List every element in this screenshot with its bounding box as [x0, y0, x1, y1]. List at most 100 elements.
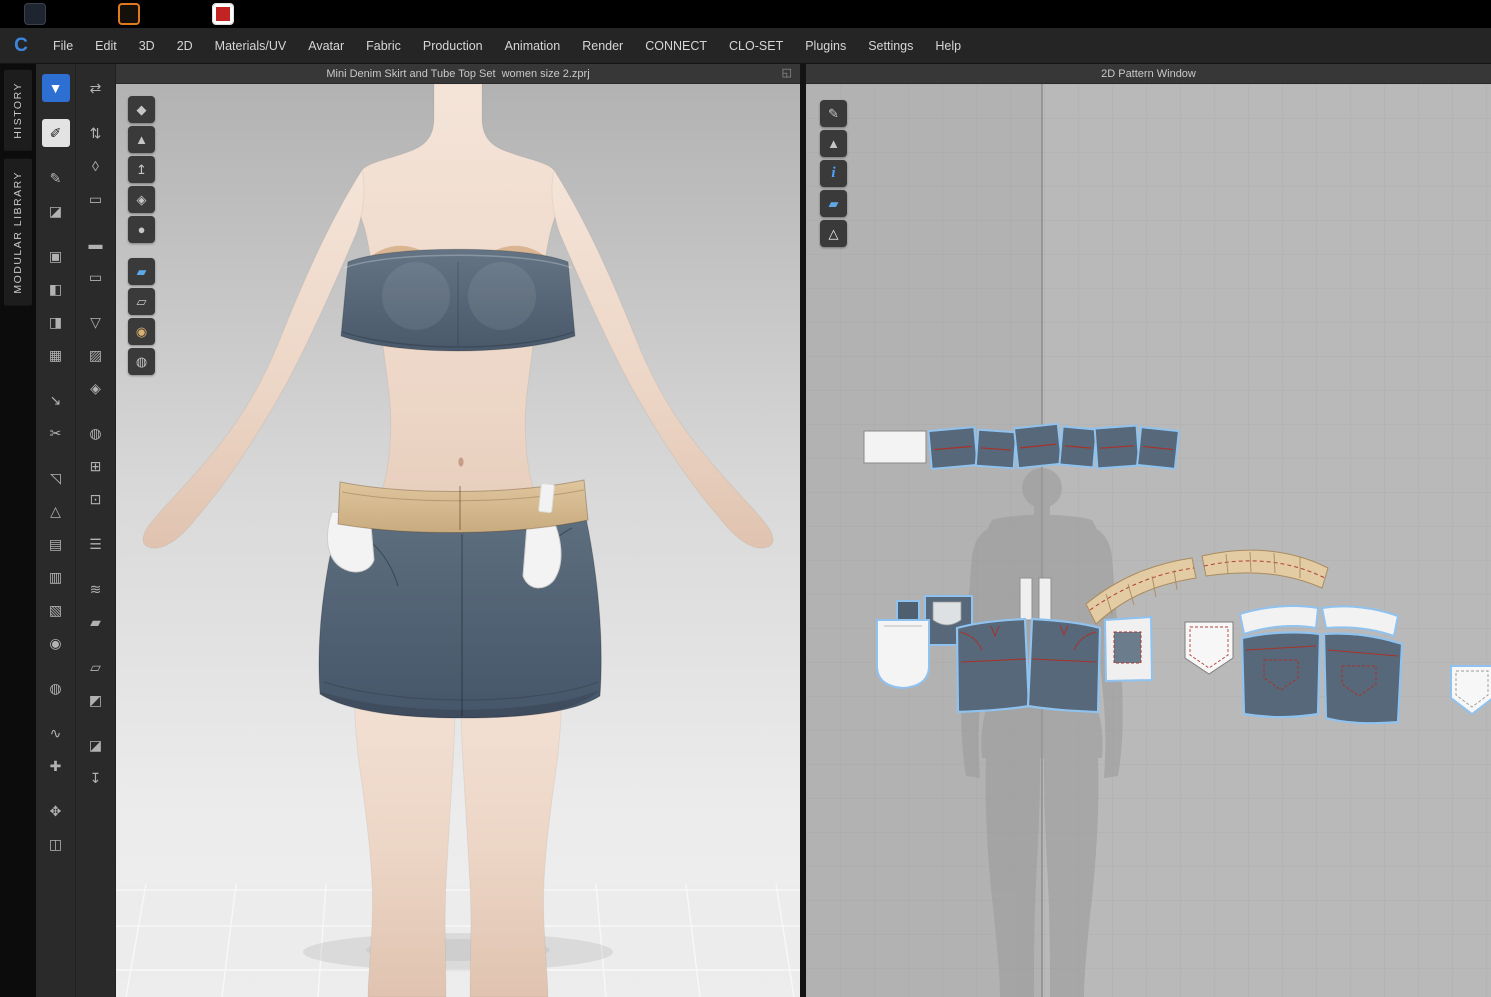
uv-grid-tool[interactable]: ⊞ [82, 452, 110, 480]
pattern-tube-strips[interactable] [927, 422, 1180, 470]
show-seamlines-icon[interactable]: ↥ [128, 156, 155, 183]
show-avatar-icon[interactable]: ● [128, 216, 155, 243]
menu-items: File Edit 3D 2D Materials/UV Avatar Fabric Prod… [42, 28, 972, 63]
tube-top-3d[interactable] [340, 248, 576, 352]
pose-tool[interactable]: ⇅ [82, 119, 110, 147]
flatten-tool[interactable]: ◹ [42, 464, 70, 492]
fabric-dark-tool[interactable]: ◪ [82, 731, 110, 759]
show-pins-icon[interactable]: ◈ [128, 186, 155, 213]
pattern-back-panel-left[interactable] [1240, 631, 1322, 719]
pattern-back-panel-right[interactable] [1322, 632, 1404, 725]
dart-tool[interactable]: ▽ [82, 308, 110, 336]
menu-plugins[interactable]: Plugins [794, 28, 857, 64]
fabric-thickness-icon[interactable]: ▰ [128, 258, 155, 285]
layered-garment-tool[interactable]: ▤ [42, 530, 70, 558]
edit-pattern-pen-icon[interactable]: ✎ [820, 100, 847, 127]
vp3d-scene [116, 84, 800, 997]
pattern-side-piece[interactable] [1103, 615, 1154, 683]
pen-tool[interactable]: ✎ [42, 164, 70, 192]
show-3d-style-icon[interactable]: ◆ [128, 96, 155, 123]
clo-logo[interactable]: C [0, 28, 42, 64]
vp2d-scene [806, 84, 1491, 997]
zipper-edit-tool[interactable]: ≋ [82, 575, 110, 603]
press-iron-tool[interactable]: ◧ [42, 275, 70, 303]
vp2d-title: 2D Pattern Window [1101, 67, 1196, 80]
tape-edit-tool[interactable]: ▬ [82, 230, 110, 258]
attach-tape-tool[interactable]: ▭ [82, 263, 110, 291]
grid-arrange-tool[interactable]: ▦ [42, 341, 70, 369]
arrange-points-tool[interactable]: ◊ [82, 152, 110, 180]
texture-tool[interactable]: ▨ [82, 341, 110, 369]
vp3d-detach-icon[interactable]: ◱ [782, 66, 792, 79]
simulate-button[interactable]: ▼ [41, 74, 70, 102]
steam-iron-tool[interactable]: ◨ [42, 308, 70, 336]
pattern-white-rect[interactable] [863, 430, 927, 464]
solidify-tool[interactable]: △ [42, 497, 70, 525]
fabric-gray-tool[interactable]: ▱ [82, 653, 110, 681]
menu-help[interactable]: Help [924, 28, 972, 64]
menu-connect[interactable]: CONNECT [634, 28, 718, 64]
vp3d-canvas[interactable]: ◆ ▲ ↥ ◈ ● ▰ ▱ ◉ ◍ [116, 84, 800, 997]
main-area: HISTORY MODULAR LIBRARY ▼ ✐ ✎ ◪ ▣ ◧ ◨ ▦ ↘ ✂ ◹ △ ▤ ▥ ▧ ◉… [0, 64, 1491, 997]
animation-mode-tool[interactable]: ⇄ [82, 74, 110, 102]
top-garment-tool[interactable]: ▧ [42, 596, 70, 624]
measure-tool[interactable]: ✚ [42, 752, 70, 780]
taskbar-app-icon-1[interactable] [24, 3, 46, 25]
taskbar-app-icon-2[interactable] [118, 3, 140, 25]
show-garment-icon[interactable]: ▲ [820, 130, 847, 157]
menu-file[interactable]: File [42, 28, 84, 64]
pin-board-tool[interactable]: ⊡ [82, 485, 110, 513]
pattern-front-panel-right[interactable] [1026, 617, 1102, 714]
tape-tool[interactable]: ▭ [82, 185, 110, 213]
menu-3d[interactable]: 3D [128, 28, 166, 64]
pin-drop-tool[interactable]: ↧ [82, 764, 110, 792]
vp3d-tool-group-1: ◆ ▲ ↥ ◈ ● [128, 96, 155, 243]
show-garment-icon[interactable]: ▲ [128, 126, 155, 153]
tab-modular-library[interactable]: MODULAR LIBRARY [4, 158, 32, 306]
fabric-swatch-tool[interactable]: ▰ [82, 608, 110, 636]
menu-edit[interactable]: Edit [84, 28, 128, 64]
pattern-front-panel-left[interactable] [955, 617, 1031, 714]
menu-2d[interactable]: 2D [166, 28, 204, 64]
vp2d-canvas[interactable]: ✎ ▲ i ▰ △ [806, 84, 1491, 997]
dock-tabs: HISTORY MODULAR LIBRARY [0, 64, 36, 997]
vp3d-float-toolbar: ◆ ▲ ↥ ◈ ● ▰ ▱ ◉ ◍ [128, 96, 155, 387]
avatar-head-icon[interactable]: ◉ [128, 318, 155, 345]
fabric-small-tool[interactable]: ◩ [82, 686, 110, 714]
sewing-machine-tool[interactable]: ✐ [41, 119, 70, 147]
vp2d-title-bar: 2D Pattern Window [806, 64, 1491, 84]
menu-avatar[interactable]: Avatar [297, 28, 355, 64]
waistband-tag [538, 483, 555, 513]
menu-settings[interactable]: Settings [857, 28, 924, 64]
avatar-settings-tool[interactable]: ◍ [42, 674, 70, 702]
menu-animation[interactable]: Animation [494, 28, 572, 64]
fabric-view-icon[interactable]: ▰ [820, 190, 847, 217]
move-garment-tool[interactable]: ✥ [42, 797, 70, 825]
fit-to-avatar-tool[interactable]: ◉ [42, 629, 70, 657]
pattern-pocket-bag-left[interactable] [876, 619, 930, 690]
zipper-tool[interactable]: ☰ [82, 530, 110, 558]
menu-bar: C File Edit 3D 2D Materials/UV Avatar Fabric Pr… [0, 28, 1491, 64]
vp3d-tool-group-2: ▰ ▱ ◉ ◍ [128, 258, 155, 375]
bottoms-tool[interactable]: ▥ [42, 563, 70, 591]
info-icon[interactable]: i [820, 160, 847, 187]
fold-garment-tool[interactable]: ◫ [42, 830, 70, 858]
menu-fabric[interactable]: Fabric [355, 28, 412, 64]
pane-2d: 2D Pattern Window ✎ ▲ i ▰ △ [806, 64, 1491, 997]
stamp-tool[interactable]: ◈ [82, 374, 110, 402]
menu-materials-uv[interactable]: Materials/UV [204, 28, 298, 64]
scissors-tool[interactable]: ✂ [42, 419, 70, 447]
uv-globe-tool[interactable]: ◍ [82, 419, 110, 447]
taskbar-app-icon-3[interactable] [212, 3, 234, 25]
menu-production[interactable]: Production [412, 28, 494, 64]
pin-tool[interactable]: ↘ [42, 386, 70, 414]
curve-tool[interactable]: ∿ [42, 719, 70, 747]
menu-render[interactable]: Render [571, 28, 634, 64]
environment-globe-icon[interactable]: ◍ [128, 348, 155, 375]
iron-tool[interactable]: ◪ [42, 197, 70, 225]
window-pin-tool[interactable]: ▣ [42, 242, 70, 270]
tab-history[interactable]: HISTORY [4, 70, 32, 151]
fabric-off-icon[interactable]: ▱ [128, 288, 155, 315]
show-pattern-icon[interactable]: △ [820, 220, 847, 247]
menu-clo-set[interactable]: CLO-SET [718, 28, 794, 64]
